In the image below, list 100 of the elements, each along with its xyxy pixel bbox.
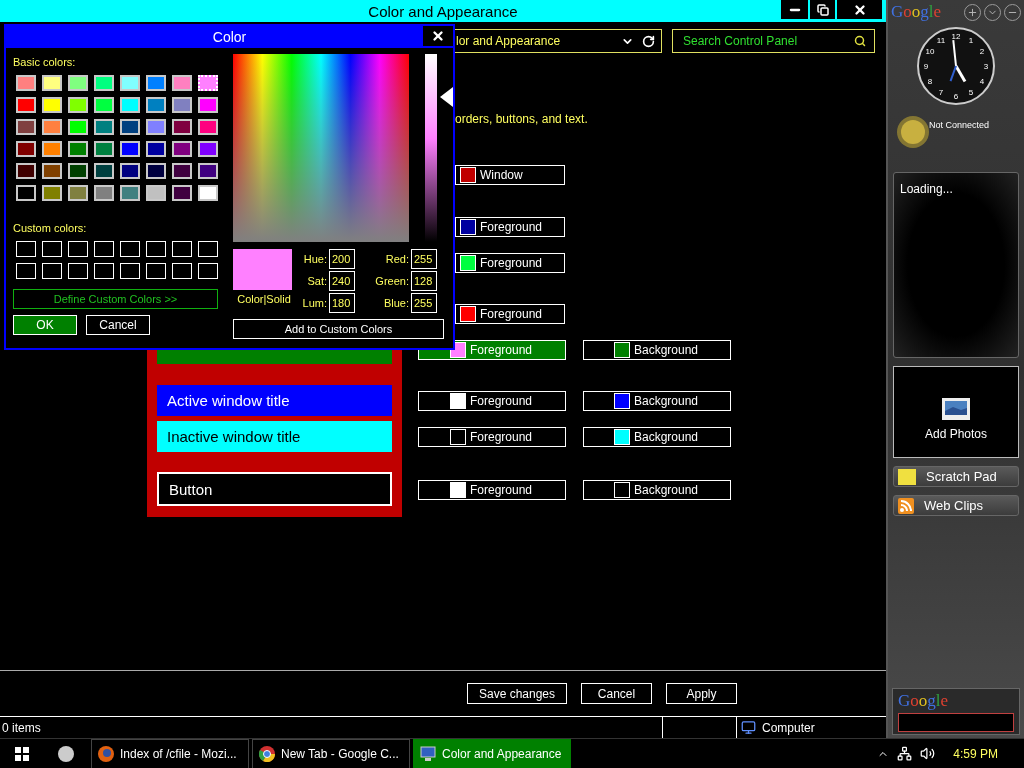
- color-button[interactable]: Foreground: [418, 391, 566, 411]
- ok-button[interactable]: OK: [13, 315, 77, 335]
- minimize-button[interactable]: [781, 0, 808, 19]
- color-swatch[interactable]: [146, 185, 166, 201]
- gadget-button[interactable]: Scratch Pad: [893, 466, 1019, 487]
- search-icon[interactable]: [854, 35, 866, 47]
- color-swatch[interactable]: [146, 75, 166, 91]
- color-swatch[interactable]: [146, 141, 166, 157]
- value-field[interactable]: 240: [329, 271, 355, 291]
- color-swatch[interactable]: [198, 185, 218, 201]
- color-swatch[interactable]: [16, 163, 36, 179]
- custom-color-swatch[interactable]: [120, 241, 140, 257]
- cancel-button[interactable]: Cancel: [86, 315, 150, 335]
- color-button[interactable]: Background: [583, 427, 731, 447]
- close-button[interactable]: [423, 26, 453, 46]
- color-button[interactable]: Background: [583, 340, 731, 360]
- luminance-arrow[interactable]: [440, 87, 453, 108]
- gadget-button[interactable]: Web Clips: [893, 495, 1019, 516]
- color-button[interactable]: Foreground: [418, 427, 566, 447]
- value-field[interactable]: 180: [329, 293, 355, 313]
- color-button[interactable]: Window: [455, 165, 565, 185]
- color-swatch[interactable]: [120, 97, 140, 113]
- color-swatch[interactable]: [94, 163, 114, 179]
- custom-color-swatch[interactable]: [172, 263, 192, 279]
- color-swatch[interactable]: [120, 119, 140, 135]
- color-button[interactable]: Background: [583, 391, 731, 411]
- restore-button[interactable]: [810, 0, 835, 19]
- color-button[interactable]: Foreground: [455, 217, 565, 237]
- custom-color-swatch[interactable]: [198, 241, 218, 257]
- color-swatch[interactable]: [172, 75, 192, 91]
- value-field[interactable]: 255: [411, 293, 437, 313]
- refresh-icon[interactable]: [642, 34, 655, 48]
- custom-color-swatch[interactable]: [16, 263, 36, 279]
- color-swatch[interactable]: [198, 119, 218, 135]
- color-swatch[interactable]: [94, 185, 114, 201]
- custom-color-swatch[interactable]: [68, 241, 88, 257]
- color-swatch[interactable]: [120, 75, 140, 91]
- footer-button[interactable]: Cancel: [581, 683, 652, 704]
- search-field[interactable]: [898, 713, 1014, 732]
- custom-color-swatch[interactable]: [42, 263, 62, 279]
- custom-color-swatch[interactable]: [42, 241, 62, 257]
- color-button[interactable]: Foreground: [455, 253, 565, 273]
- color-swatch[interactable]: [42, 141, 62, 157]
- color-swatch[interactable]: [172, 119, 192, 135]
- color-swatch[interactable]: [94, 119, 114, 135]
- color-swatch[interactable]: [42, 185, 62, 201]
- photos-panel[interactable]: Add Photos: [893, 366, 1019, 458]
- color-swatch[interactable]: [120, 141, 140, 157]
- footer-button[interactable]: Apply: [666, 683, 737, 704]
- taskbar-item[interactable]: Index of /cfile - Mozi...: [91, 738, 249, 768]
- custom-color-swatch[interactable]: [94, 263, 114, 279]
- color-swatch[interactable]: [146, 119, 166, 135]
- clock-time[interactable]: 4:59 PM: [953, 746, 998, 761]
- color-swatch[interactable]: [16, 141, 36, 157]
- color-button[interactable]: Foreground: [455, 304, 565, 324]
- color-swatch[interactable]: [172, 141, 192, 157]
- custom-color-swatch[interactable]: [198, 263, 218, 279]
- value-field[interactable]: 200: [329, 249, 355, 269]
- value-field[interactable]: 255: [411, 249, 437, 269]
- color-swatch[interactable]: [68, 97, 88, 113]
- color-swatch[interactable]: [198, 97, 218, 113]
- color-swatch[interactable]: [16, 75, 36, 91]
- custom-color-swatch[interactable]: [146, 241, 166, 257]
- color-swatch[interactable]: [68, 119, 88, 135]
- color-swatch[interactable]: [68, 141, 88, 157]
- color-swatch[interactable]: [94, 97, 114, 113]
- color-swatch[interactable]: [172, 185, 192, 201]
- color-swatch[interactable]: [94, 75, 114, 91]
- color-swatch[interactable]: [16, 97, 36, 113]
- color-swatch[interactable]: [68, 75, 88, 91]
- color-swatch[interactable]: [68, 163, 88, 179]
- color-swatch[interactable]: [16, 185, 36, 201]
- custom-color-swatch[interactable]: [146, 263, 166, 279]
- color-swatch[interactable]: [42, 163, 62, 179]
- color-swatch[interactable]: [172, 163, 192, 179]
- custom-color-swatch[interactable]: [120, 263, 140, 279]
- taskbar-item[interactable]: New Tab - Google C...: [252, 738, 410, 768]
- color-swatch[interactable]: [42, 97, 62, 113]
- color-swatch[interactable]: [16, 119, 36, 135]
- volume-icon[interactable]: [920, 746, 936, 761]
- color-swatch[interactable]: [146, 163, 166, 179]
- color-swatch[interactable]: [198, 163, 218, 179]
- color-swatch[interactable]: [120, 163, 140, 179]
- color-swatch[interactable]: [146, 97, 166, 113]
- network-icon[interactable]: [897, 746, 913, 761]
- custom-color-swatch[interactable]: [172, 241, 192, 257]
- color-button[interactable]: Foreground: [418, 480, 566, 500]
- color-swatch[interactable]: [120, 185, 140, 201]
- color-swatch[interactable]: [42, 119, 62, 135]
- color-swatch[interactable]: [172, 97, 192, 113]
- search-field[interactable]: Search Control Panel: [681, 33, 854, 49]
- color-swatch[interactable]: [94, 141, 114, 157]
- color-button[interactable]: Background: [583, 480, 731, 500]
- close-button[interactable]: [837, 0, 882, 19]
- add-custom-colors-button[interactable]: Add to Custom Colors: [233, 319, 444, 339]
- value-field[interactable]: 128: [411, 271, 437, 291]
- custom-color-swatch[interactable]: [68, 263, 88, 279]
- define-custom-colors-button[interactable]: Define Custom Colors >>: [13, 289, 218, 309]
- custom-color-swatch[interactable]: [16, 241, 36, 257]
- custom-color-swatch[interactable]: [94, 241, 114, 257]
